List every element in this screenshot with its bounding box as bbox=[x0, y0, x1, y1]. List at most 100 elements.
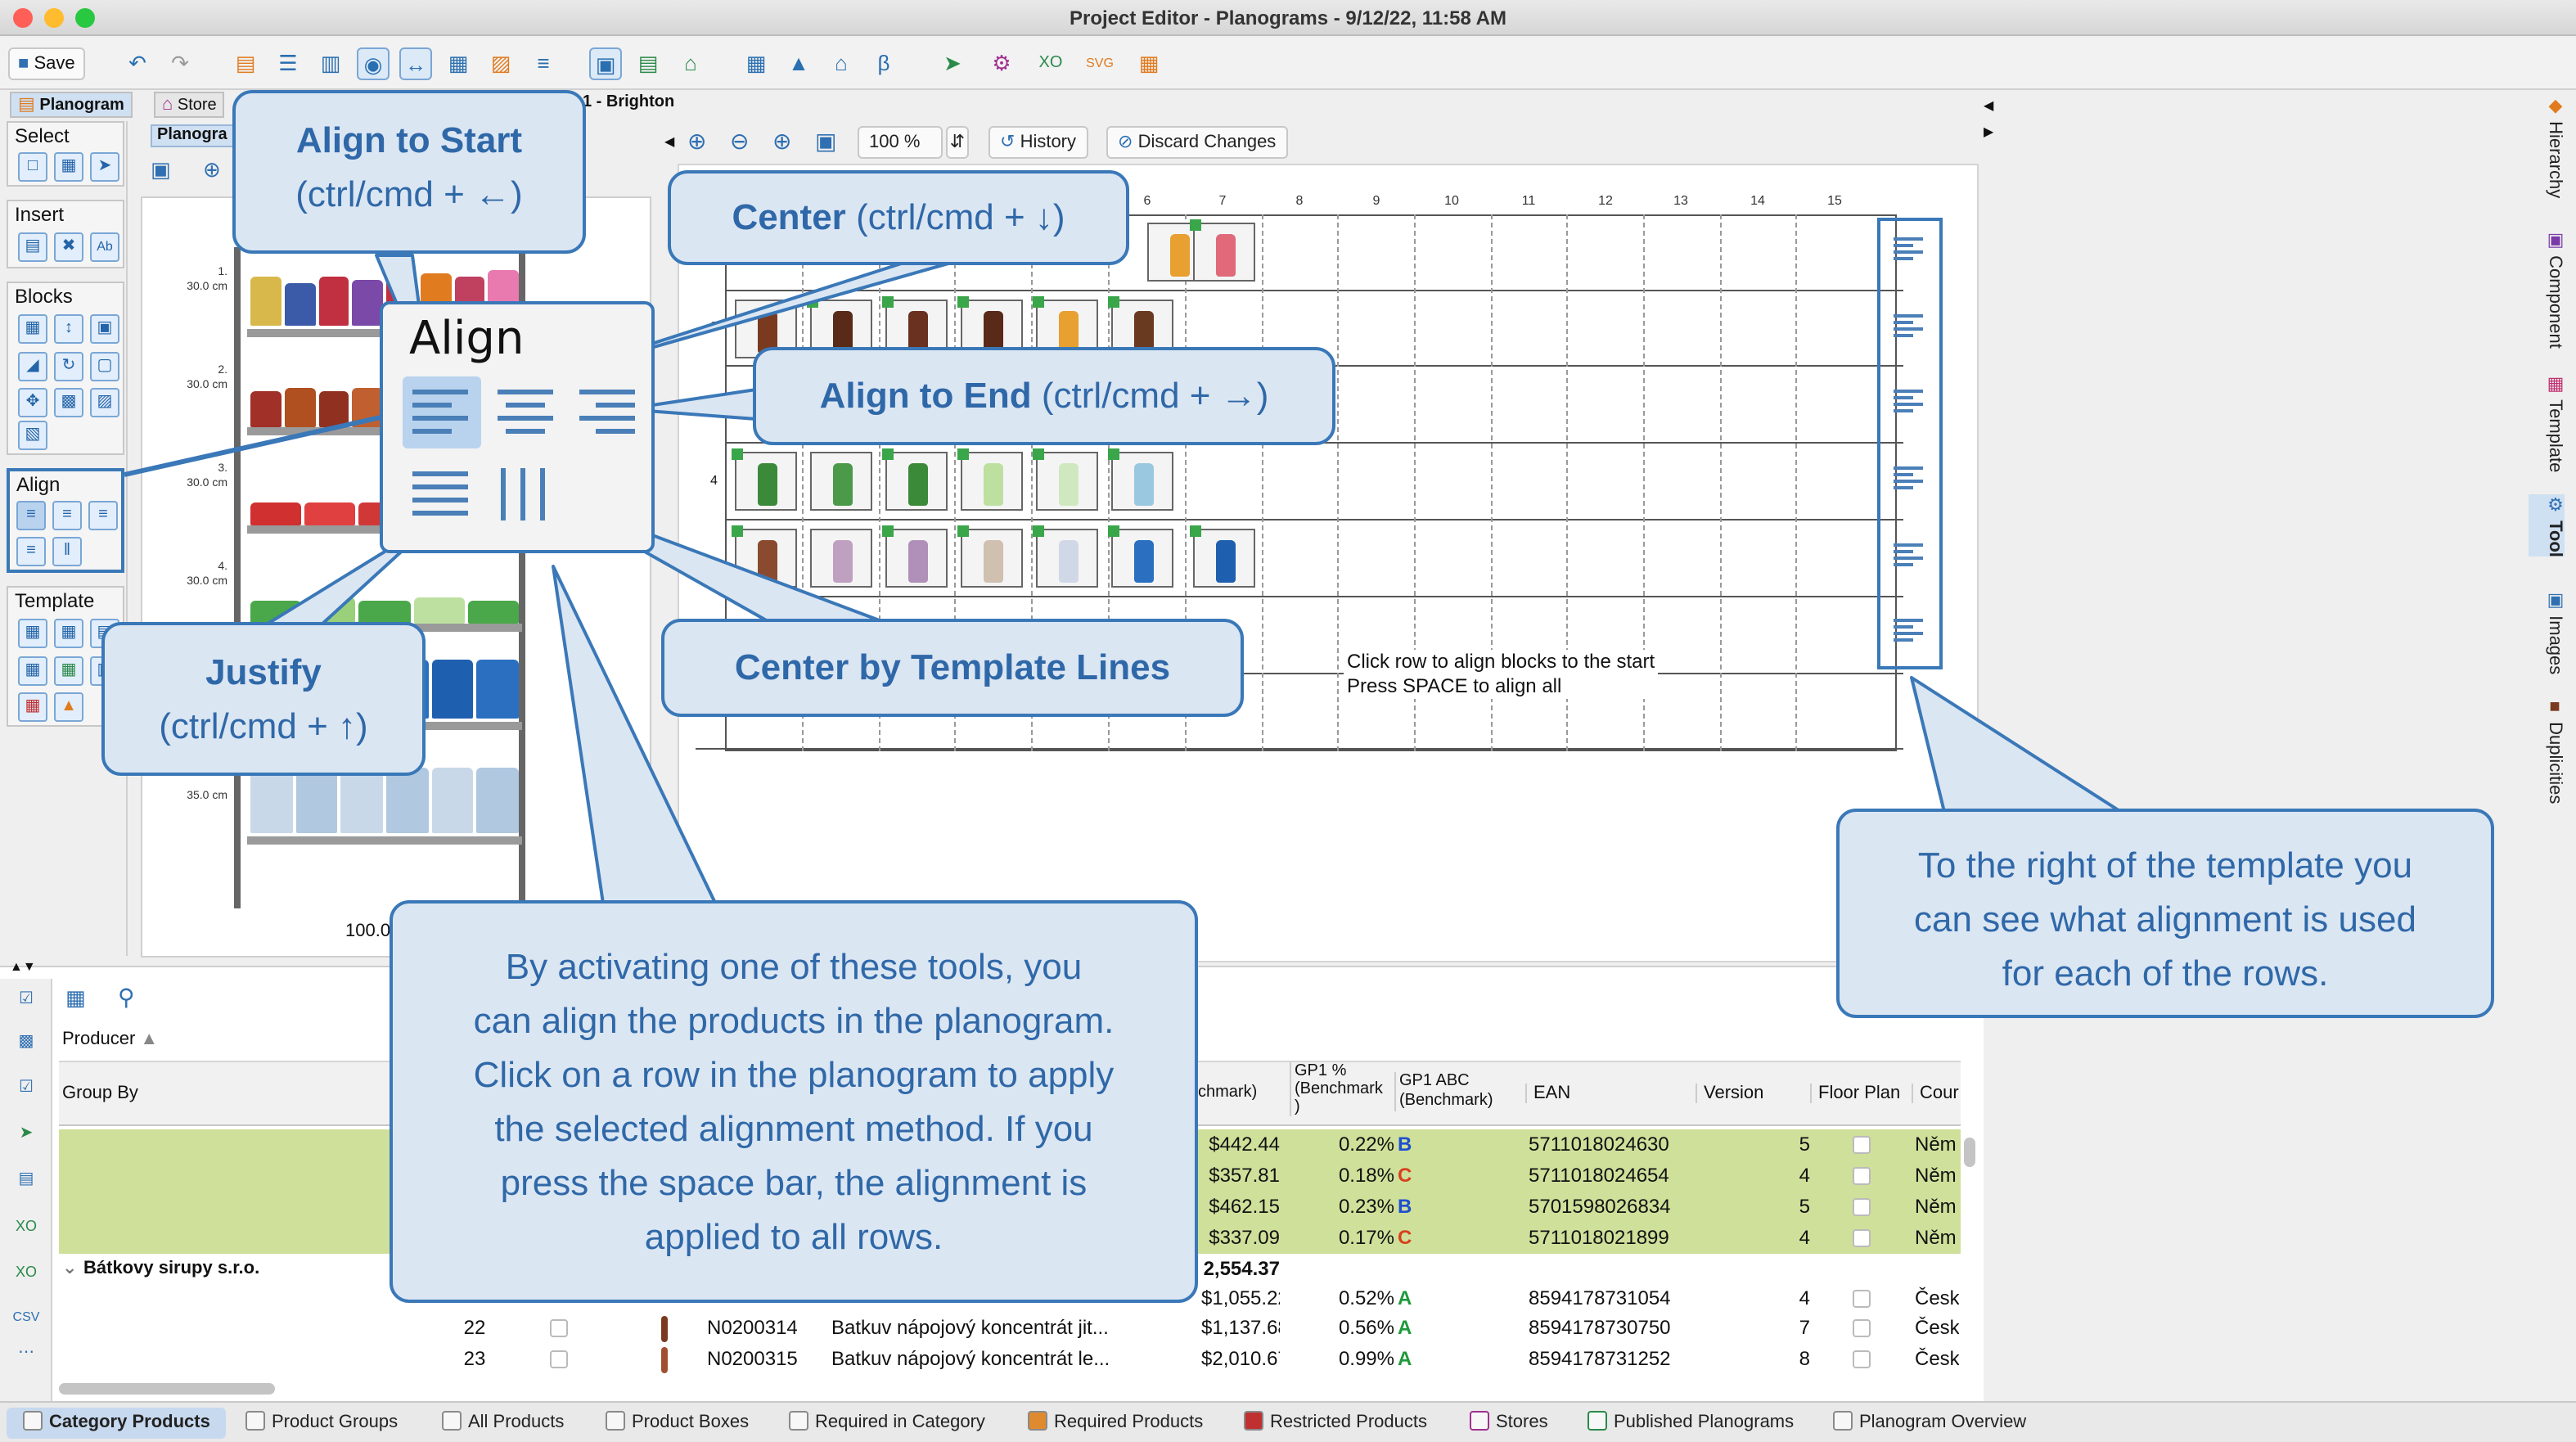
list-indent-icon[interactable]: ≡ bbox=[527, 47, 560, 80]
pointer-icon[interactable]: ➤ bbox=[10, 1120, 43, 1149]
align-start-big-button[interactable] bbox=[403, 376, 481, 448]
camera-icon[interactable]: ◉ bbox=[357, 47, 390, 80]
column-header[interactable]: GP1 % (Benchmark ) bbox=[1290, 1062, 1391, 1116]
product-block[interactable] bbox=[1108, 525, 1173, 588]
blocks-image-icon[interactable]: ▧ bbox=[18, 421, 47, 450]
warehouse-icon[interactable]: ▲ bbox=[782, 47, 815, 80]
check-list-icon[interactable]: ☑ bbox=[10, 985, 43, 1015]
redo-icon[interactable]: ↷ bbox=[164, 47, 196, 80]
expand-right-arrow[interactable]: ▶ bbox=[1984, 124, 1993, 139]
blocks-rotate-icon[interactable]: ↻ bbox=[54, 352, 83, 381]
product-block[interactable] bbox=[882, 525, 948, 588]
product-block[interactable] bbox=[882, 448, 948, 511]
sort-header-producer[interactable]: Producer ▲ bbox=[62, 1030, 158, 1049]
product-block[interactable] bbox=[1190, 219, 1255, 282]
tab-template[interactable]: ▦ Template bbox=[2529, 373, 2565, 472]
shelf-icon[interactable]: ▤ bbox=[229, 47, 262, 80]
floor-plan-checkbox[interactable] bbox=[1853, 1350, 1871, 1368]
discard-changes-button[interactable]: ⊘ Discard Changes bbox=[1106, 126, 1288, 159]
product-block[interactable] bbox=[810, 529, 872, 588]
copy-icon[interactable]: ▩ bbox=[10, 1028, 43, 1057]
product-block[interactable] bbox=[732, 448, 797, 511]
undo-icon[interactable]: ↶ bbox=[121, 47, 154, 80]
insert-text-icon[interactable]: Ab bbox=[90, 232, 119, 262]
tab-all-products[interactable]: All Products bbox=[442, 1408, 564, 1439]
align-center-big-button[interactable] bbox=[488, 376, 563, 448]
tab-stores[interactable]: Stores bbox=[1470, 1408, 1548, 1439]
planogram-canvas[interactable]: 6 7 8 9 10 11 12 13 14 15 2 3 4 Click ro… bbox=[678, 164, 1979, 962]
zoom-stepper[interactable]: ⇵ bbox=[946, 126, 969, 159]
blocks-move-icon[interactable]: ◢ bbox=[18, 352, 47, 381]
template-color-icon[interactable]: ▦ bbox=[18, 692, 47, 722]
zoom-out-icon[interactable]: ⊖ bbox=[730, 128, 749, 155]
tab-required-products[interactable]: Required Products bbox=[1028, 1408, 1203, 1439]
save-button[interactable]: ■ Save bbox=[8, 47, 85, 80]
floor-plan-checkbox[interactable] bbox=[1853, 1167, 1871, 1185]
panel-resize-handle[interactable]: ▲▼ bbox=[10, 959, 36, 974]
tab-restricted-products[interactable]: Restricted Products bbox=[1244, 1408, 1427, 1439]
blocks-resize-icon[interactable]: ↕ bbox=[54, 314, 83, 344]
collapse-left-arrow[interactable]: ◀ bbox=[664, 134, 674, 149]
product-block[interactable] bbox=[732, 525, 797, 588]
select-area-icon[interactable]: ▦ bbox=[54, 152, 83, 182]
tab-category-products[interactable]: Category Products bbox=[7, 1408, 227, 1439]
template-fill-icon[interactable]: ▦ bbox=[54, 656, 83, 686]
align-start-icon[interactable]: ≡ bbox=[16, 501, 46, 530]
template-warning-icon[interactable]: ▲ bbox=[54, 692, 83, 722]
csv-icon[interactable]: CSV bbox=[10, 1303, 43, 1332]
product-block[interactable] bbox=[1190, 525, 1255, 588]
document-list-icon[interactable]: ▤ bbox=[10, 1165, 43, 1195]
template-grid-icon[interactable]: ▦ bbox=[18, 619, 47, 648]
table-row[interactable]: 23 N0200315 Batkuv nápojový koncentrát l… bbox=[59, 1344, 1961, 1375]
filter-icon[interactable]: ⚙ bbox=[985, 47, 1018, 80]
blocks-cube-icon[interactable]: ▣ bbox=[90, 314, 119, 344]
xo-icon[interactable]: XO bbox=[10, 1211, 43, 1241]
blocks-paste-icon[interactable]: ▨ bbox=[90, 388, 119, 417]
column-header[interactable]: Floor Plan bbox=[1810, 1084, 1900, 1103]
tab-duplicities[interactable]: ■ Duplicities bbox=[2529, 697, 2565, 804]
more-icon[interactable]: ⋯ bbox=[10, 1339, 43, 1368]
align-center-icon[interactable]: ≡ bbox=[52, 501, 82, 530]
align-template-lines-icon[interactable]: ‖ bbox=[52, 537, 82, 566]
search-icon[interactable]: ⚲ bbox=[118, 984, 135, 1012]
home-icon[interactable]: ⌂ bbox=[825, 47, 858, 80]
product-block[interactable] bbox=[957, 525, 1023, 588]
row-checkbox[interactable] bbox=[550, 1350, 568, 1368]
xo-import-icon[interactable]: XO bbox=[10, 1257, 43, 1287]
zoom-field[interactable]: 100 % bbox=[858, 126, 943, 159]
align-end-icon[interactable]: ≡ bbox=[88, 501, 118, 530]
zoom-reset-icon[interactable]: ⊕ bbox=[772, 128, 791, 155]
floor-plan-checkbox[interactable] bbox=[1853, 1136, 1871, 1154]
table-settings-icon[interactable]: ▦ bbox=[65, 985, 86, 1012]
tab-tool[interactable]: ⚙ Tool bbox=[2529, 494, 2565, 557]
blocks-grid-icon[interactable]: ▦ bbox=[18, 314, 47, 344]
tab-store[interactable]: ⌂ Store bbox=[154, 92, 225, 118]
xo-export-icon[interactable]: XO bbox=[1034, 47, 1067, 80]
select-cursor-icon[interactable]: ➤ bbox=[90, 152, 119, 182]
tab-product-boxes[interactable]: Product Boxes bbox=[606, 1408, 749, 1439]
align-end-big-button[interactable] bbox=[570, 376, 645, 448]
insert-split-icon[interactable]: ✖ bbox=[54, 232, 83, 262]
column-header[interactable]: Cour bbox=[1912, 1084, 1959, 1103]
product-block[interactable] bbox=[1033, 525, 1098, 588]
minimize-window-button[interactable] bbox=[44, 8, 64, 28]
align-justify-big-button[interactable] bbox=[403, 462, 481, 534]
fixture-icon[interactable]: ▤ bbox=[632, 47, 664, 80]
collapse-chevron-icon[interactable]: ⌄ bbox=[62, 1254, 77, 1285]
product-block[interactable] bbox=[1108, 448, 1173, 511]
insert-shelf-icon[interactable]: ▤ bbox=[18, 232, 47, 262]
tab-images[interactable]: ▣ Images bbox=[2529, 589, 2565, 674]
row-checkbox[interactable] bbox=[550, 1319, 568, 1337]
tab-hierarchy[interactable]: ◆ Hierarchy bbox=[2529, 95, 2565, 198]
close-window-button[interactable] bbox=[13, 8, 33, 28]
tab-required-in-category[interactable]: Required in Category bbox=[789, 1408, 985, 1439]
column-header[interactable]: GP1 ABC (Benchmark) bbox=[1394, 1072, 1519, 1111]
zoom-in-icon[interactable]: ⊕ bbox=[687, 128, 706, 155]
template-table-icon[interactable]: ▦ bbox=[54, 619, 83, 648]
align-template-lines-big-button[interactable] bbox=[488, 462, 563, 534]
blocks-frame-icon[interactable]: ▢ bbox=[90, 352, 119, 381]
horizontal-scrollbar[interactable] bbox=[59, 1383, 275, 1395]
floor-plan-checkbox[interactable] bbox=[1853, 1198, 1871, 1216]
tab-planogram[interactable]: ▤ Planogram bbox=[10, 92, 133, 118]
fit-icon[interactable]: ▣ bbox=[151, 157, 180, 187]
